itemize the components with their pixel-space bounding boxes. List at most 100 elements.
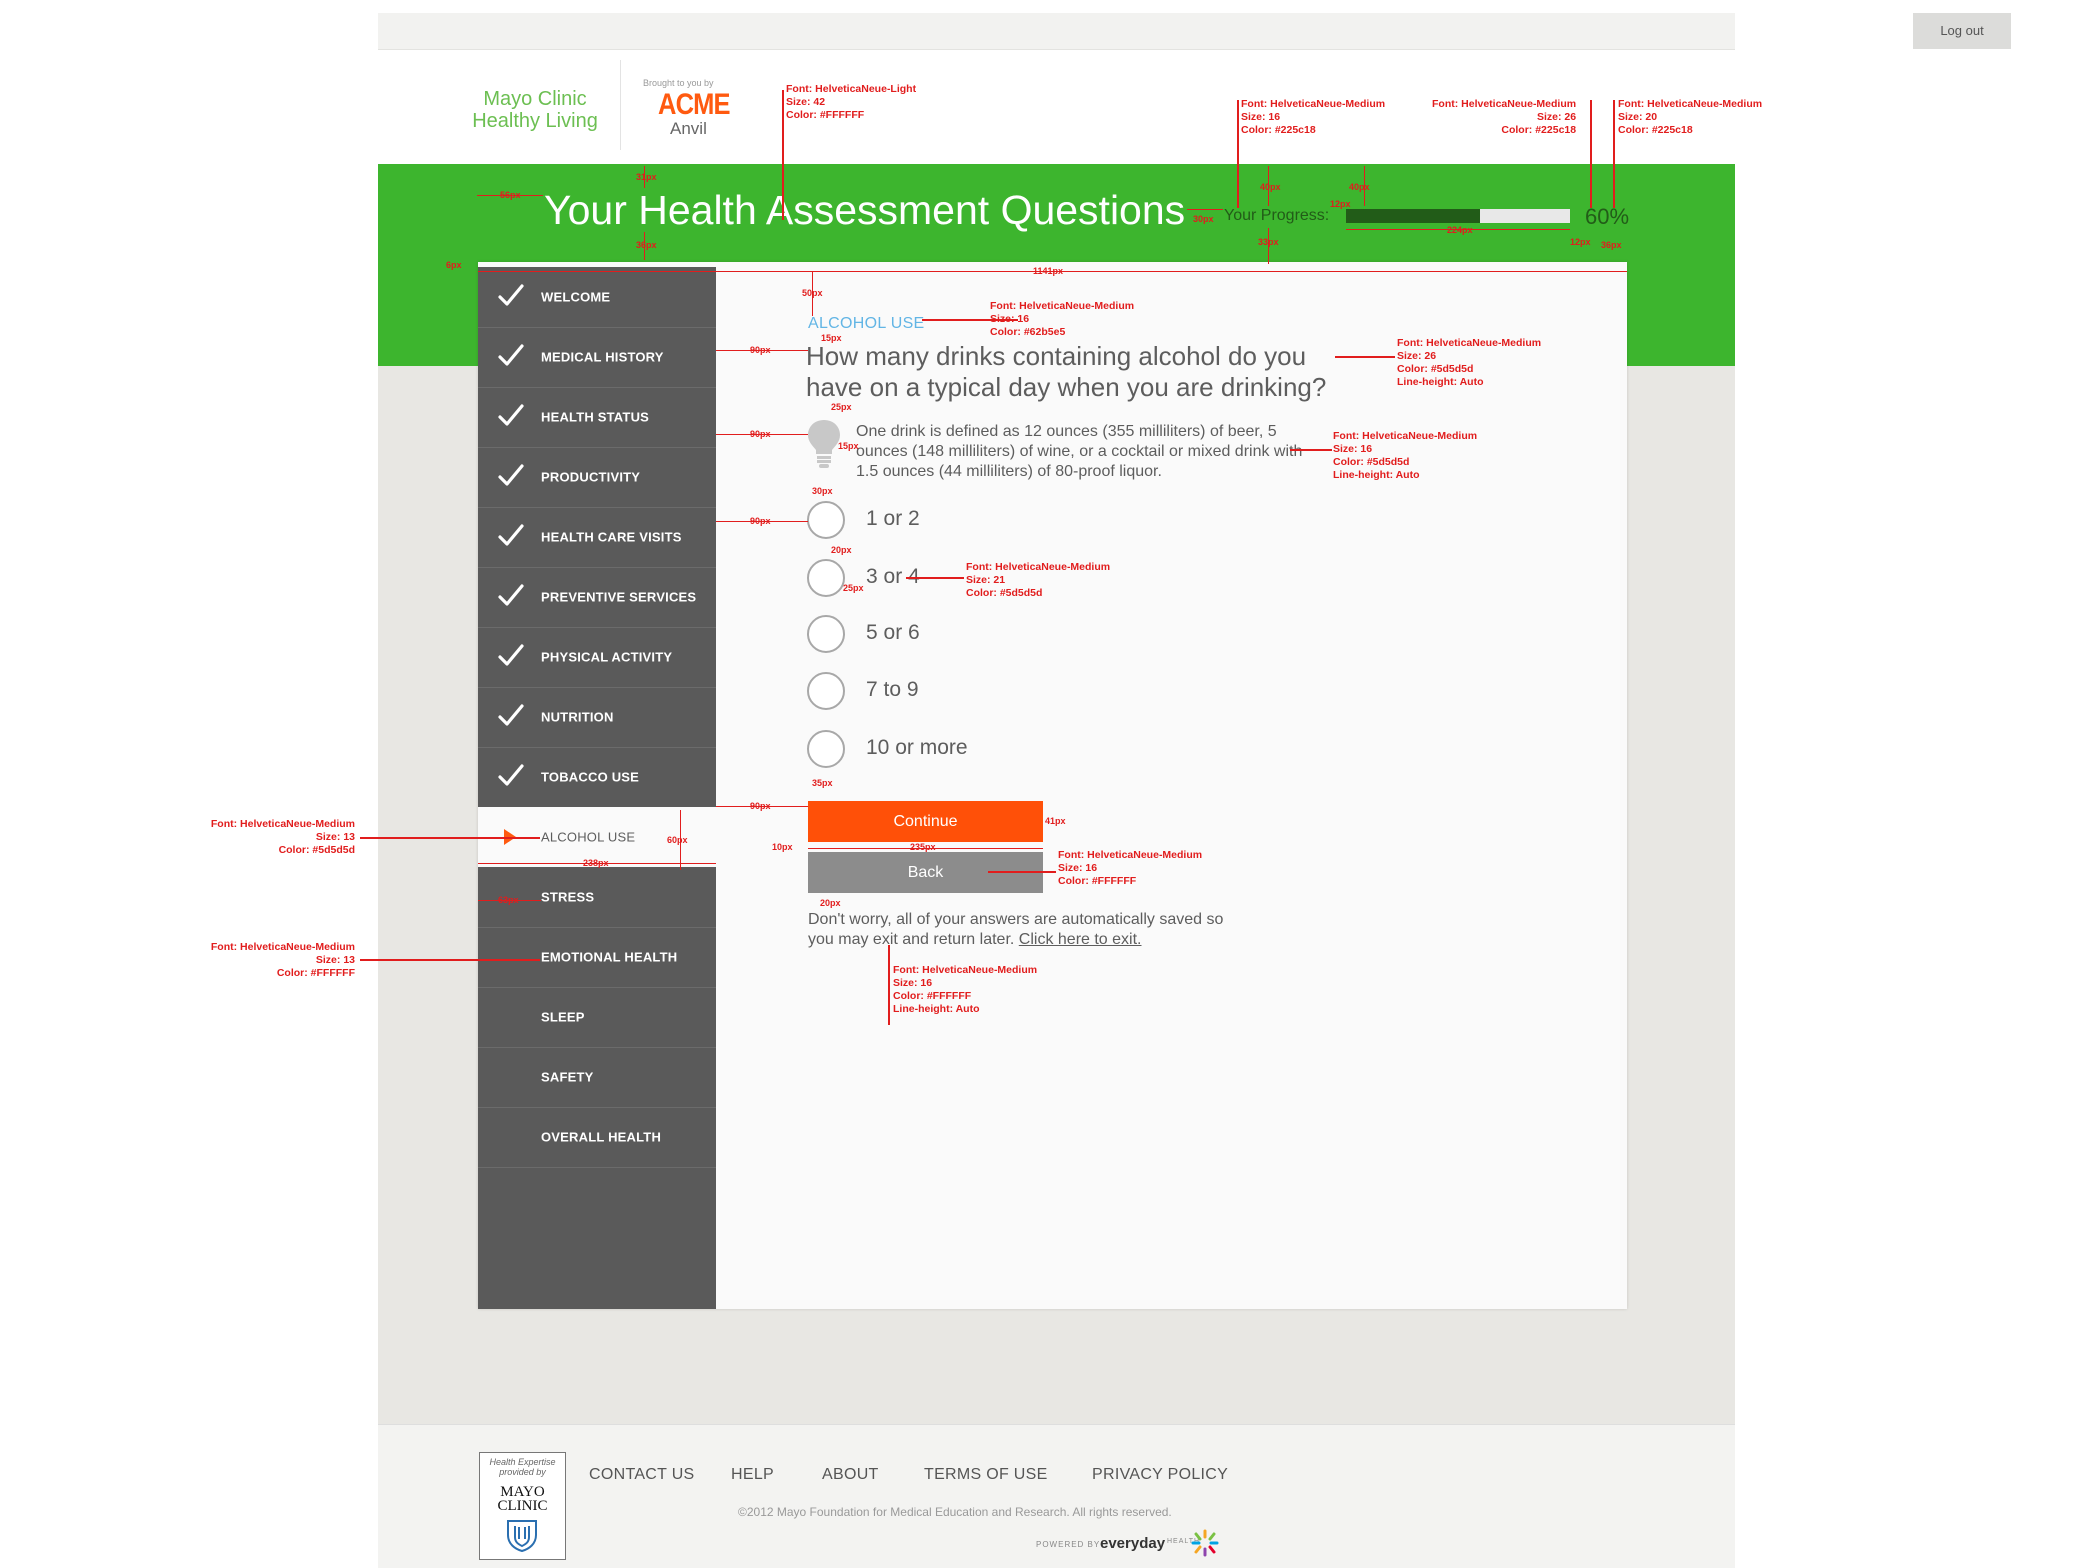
annotation-hint-font: Font: HelveticaNeue-Medium Size: 16 Colo… xyxy=(1333,430,1477,482)
dimension-label: 36px xyxy=(1601,240,1622,250)
annotation-leader xyxy=(988,871,1056,873)
answer-option-1[interactable]: 1 or 2 xyxy=(807,501,1107,539)
sidebar-item-medical-history[interactable]: MEDICAL HISTORY xyxy=(478,327,716,388)
section-label: ALCOHOL USE xyxy=(808,315,925,332)
dimension-label: 224px xyxy=(1447,225,1473,235)
answer-label: 7 to 9 xyxy=(866,678,919,701)
answer-option-5[interactable]: 10 or more xyxy=(807,730,1107,768)
annotation-line: Font: HelveticaNeue-Medium xyxy=(893,964,1038,976)
sidebar-item-nutrition[interactable]: NUTRITION xyxy=(478,687,716,748)
top-utility-bar: Log out xyxy=(378,13,2011,50)
annotation-autosave-font: Font: HelveticaNeue-Medium Size: 16 Colo… xyxy=(893,964,1037,1016)
sidebar-item-label: SLEEP xyxy=(541,1009,585,1025)
annotation-progress-label-font: Font: HelveticaNeue-Medium Size: 16 Colo… xyxy=(1241,98,1385,137)
annotation-line: Size: 16 xyxy=(1241,111,1281,123)
annotation-line: Size: 13 xyxy=(315,954,355,966)
annotation-line: Color: #FFFFFF xyxy=(893,990,972,1002)
dimension-label: 31px xyxy=(636,172,657,182)
dimension-label: 60px xyxy=(667,835,688,845)
annotation-progress-pct-font: Font: HelveticaNeue-Medium Size: 26 Colo… xyxy=(1432,98,1576,137)
annotation-line: Color: #225c18 xyxy=(1618,124,1693,136)
radio-circle[interactable] xyxy=(807,501,845,539)
mayo-clinic-badge: Health Expertise provided by MAYO CLINIC xyxy=(479,1452,566,1560)
annotation-leader xyxy=(1590,100,1592,208)
sidebar-item-safety[interactable]: SAFETY xyxy=(478,1047,716,1108)
annotation-option-font: Font: HelveticaNeue-Medium Size: 21 Colo… xyxy=(966,561,1110,600)
dimension-label: 63px xyxy=(498,895,519,905)
sidebar-item-welcome[interactable]: WELCOME xyxy=(478,267,716,328)
footer-link-contact[interactable]: CONTACT US xyxy=(589,1466,695,1484)
autosave-note: Don't worry, all of your answers are aut… xyxy=(808,910,1248,950)
continue-button[interactable]: Continue xyxy=(808,801,1043,842)
answer-option-4[interactable]: 7 to 9 xyxy=(807,672,1107,710)
footer-link-help[interactable]: HELP xyxy=(731,1466,774,1484)
annotation-progress-pct-font-2: Font: HelveticaNeue-Medium Size: 20 Colo… xyxy=(1618,98,1762,137)
footer-link-terms[interactable]: TERMS OF USE xyxy=(924,1466,1048,1484)
badge-text: Health Expertise provided by xyxy=(489,1457,556,1477)
annotation-line: Size: 16 xyxy=(1333,443,1373,455)
acme-logo: ACME xyxy=(658,88,731,121)
annotation-line: Size: 16 xyxy=(893,977,933,989)
dimension-label: 6px xyxy=(446,260,462,270)
annotation-line: Line-height: Auto xyxy=(1333,469,1420,481)
logout-button[interactable]: Log out xyxy=(1913,13,2011,49)
annotation-line: Size: 16 xyxy=(1058,862,1098,874)
annotation-line: Font: HelveticaNeue-Medium xyxy=(1432,98,1577,110)
sidebar-item-label: HEALTH CARE VISITS xyxy=(541,529,682,545)
dimension-label: 25px xyxy=(831,402,852,412)
radio-circle[interactable] xyxy=(807,615,845,653)
exit-link[interactable]: Click here to exit. xyxy=(1019,931,1142,948)
sidebar-item-productivity[interactable]: PRODUCTIVITY xyxy=(478,447,716,508)
radio-circle[interactable] xyxy=(807,559,845,597)
sidebar-item-health-care-visits[interactable]: HEALTH CARE VISITS xyxy=(478,507,716,568)
dimension-label: 90px xyxy=(750,801,771,811)
checkmark-icon xyxy=(496,761,526,791)
sidebar-item-sleep[interactable]: SLEEP xyxy=(478,987,716,1048)
radio-circle[interactable] xyxy=(807,672,845,710)
sidebar-item-label: NUTRITION xyxy=(541,709,614,725)
brought-by-text: Brought to you by xyxy=(643,78,714,88)
annotation-line: Font: HelveticaNeue-Medium xyxy=(1241,98,1386,110)
footer-link-about[interactable]: ABOUT xyxy=(822,1466,879,1484)
sidebar-item-health-status[interactable]: HEALTH STATUS xyxy=(478,387,716,448)
wordmark-line-2: CLINIC xyxy=(497,1498,548,1514)
checkmark-icon xyxy=(496,281,526,311)
annotation-leader xyxy=(888,945,890,1025)
annotation-line: Color: #62b5e5 xyxy=(990,326,1066,338)
sidebar-item-label: PRODUCTIVITY xyxy=(541,469,641,485)
section-sidebar: WELCOME MEDICAL HISTORY HEALTH STATUS PRODU… xyxy=(478,267,716,1309)
radio-circle[interactable] xyxy=(807,730,845,768)
progress-bar-fill xyxy=(1346,209,1481,223)
checkmark-icon xyxy=(496,461,526,491)
sidebar-item-label: WELCOME xyxy=(541,289,611,305)
sidebar-item-label: ALCOHOL USE xyxy=(541,829,636,845)
dimension-label: 90px xyxy=(750,516,771,526)
annotation-line: Line-height: Auto xyxy=(893,1003,980,1015)
question-text: How many drinks containing alcohol do yo… xyxy=(806,341,1327,402)
dimension-label: 40px xyxy=(1349,182,1370,192)
sidebar-item-emotional-health[interactable]: EMOTIONAL HEALTH xyxy=(478,927,716,988)
annotation-leader xyxy=(922,319,1018,321)
sidebar-item-physical-activity[interactable]: PHYSICAL ACTIVITY xyxy=(478,627,716,688)
annotation-line: Size: 20 xyxy=(1618,111,1658,123)
sidebar-item-overall-health[interactable]: OVERALL HEALTH xyxy=(478,1107,716,1168)
copyright-text: ©2012 Mayo Foundation for Medical Educat… xyxy=(738,1505,1172,1519)
sidebar-item-label: STRESS xyxy=(541,889,595,905)
annotation-line: Color: #5d5d5d xyxy=(278,844,355,856)
annotation-title-font: Font: HelveticaNeue-Light Size: 42 Color… xyxy=(786,83,916,122)
mayo-healthy-living-logo[interactable]: Mayo Clinic Healthy Living xyxy=(455,88,615,132)
dimension-label: 12px xyxy=(1330,199,1351,209)
sidebar-item-tobacco-use[interactable]: TOBACCO USE xyxy=(478,747,716,808)
footer-link-privacy[interactable]: PRIVACY POLICY xyxy=(1092,1466,1228,1484)
annotation-leader xyxy=(1335,356,1395,358)
annotation-line: Color: #225c18 xyxy=(1241,124,1316,136)
mayo-shield-icon xyxy=(507,1520,537,1553)
annotation-leader xyxy=(360,837,540,839)
dimension-label: 41px xyxy=(1045,816,1066,826)
sidebar-item-preventive-services[interactable]: PREVENTIVE SERVICES xyxy=(478,567,716,628)
answer-label: 5 or 6 xyxy=(866,621,920,644)
sidebar-item-label: PHYSICAL ACTIVITY xyxy=(541,649,673,665)
answer-option-3[interactable]: 5 or 6 xyxy=(807,615,1107,653)
checkmark-icon xyxy=(496,701,526,731)
annotation-line: Color: #FFFFFF xyxy=(786,109,865,121)
